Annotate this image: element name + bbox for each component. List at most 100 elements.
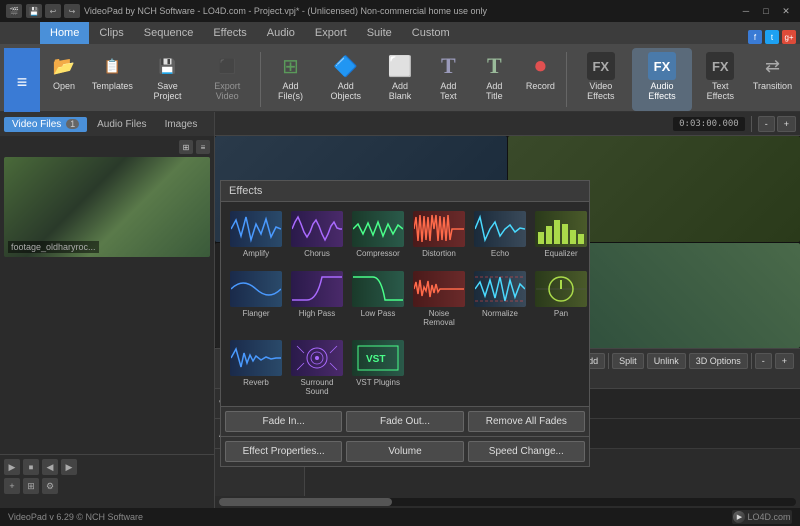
effect-compressor[interactable]: Compressor (349, 208, 407, 262)
equalizer-icon (535, 211, 587, 247)
add-objects-button[interactable]: 🔷 Add Objects (318, 48, 374, 111)
volume-button[interactable]: Volume (346, 441, 463, 462)
effect-highpass[interactable]: High Pass (288, 268, 346, 331)
prev-frame-button[interactable]: ◀ (42, 459, 58, 475)
add-files-button[interactable]: ⊞ Add File(s) (265, 48, 316, 111)
add-text-label: Add Text (432, 82, 464, 102)
effect-echo[interactable]: Echo (471, 208, 529, 262)
zoom-in-button[interactable]: + (777, 116, 796, 132)
effect-noise-removal[interactable]: Noise Removal (410, 268, 468, 331)
remove-all-fades-button[interactable]: Remove All Fades (468, 411, 585, 432)
tab-video-files[interactable]: Video Files 1 (4, 117, 87, 132)
media-thumbnail[interactable]: footage_oldharyroc... (4, 157, 210, 257)
add-text-button[interactable]: T Add Text (426, 48, 470, 111)
tab-custom[interactable]: Custom (402, 22, 460, 44)
video-effects-button[interactable]: FX Video Effects (571, 48, 630, 111)
next-frame-button[interactable]: ▶ (61, 459, 77, 475)
effects-footer-1: Fade In... Fade Out... Remove All Fades (221, 406, 589, 436)
audio-effects-label: Audio Effects (638, 82, 685, 102)
fade-out-button[interactable]: Fade Out... (346, 411, 463, 432)
zoom-timeline-in[interactable]: + (775, 353, 794, 369)
transition-label: Transition (753, 82, 792, 92)
echo-label: Echo (491, 249, 509, 259)
effect-reverb[interactable]: Reverb (227, 337, 285, 400)
tab-home[interactable]: Home (40, 22, 89, 44)
panel-tabs: Video Files 1 Audio Files Images (0, 112, 214, 136)
templates-button[interactable]: 📋 Templates (88, 48, 137, 111)
compressor-label: Compressor (356, 249, 400, 259)
add-blank-button[interactable]: ⬜ Add Blank (376, 48, 425, 111)
tab-export[interactable]: Export (305, 22, 357, 44)
vst-icon: VST (352, 340, 404, 376)
add-to-timeline-button[interactable]: + (4, 478, 20, 494)
effect-vst-plugins[interactable]: VST VST Plugins (349, 337, 407, 400)
unlink-button[interactable]: Unlink (647, 353, 686, 369)
media-thumb-label: footage_oldharyroc... (8, 241, 99, 253)
audio-effects-button[interactable]: FX Audio Effects (632, 48, 691, 111)
ribbon: ≡ 📂 Open 📋 Templates 💾 Save Project ⬛ Ex… (0, 44, 800, 112)
menu-button[interactable]: ≡ (4, 48, 40, 116)
text-effects-button[interactable]: FX Text Effects (694, 48, 747, 111)
tab-sequence[interactable]: Sequence (134, 22, 204, 44)
minimize-button[interactable]: ─ (738, 4, 754, 18)
effect-flanger[interactable]: Flanger (227, 268, 285, 331)
save-project-button[interactable]: 💾 Save Project (139, 48, 197, 111)
media-list-icon[interactable]: ≡ (196, 140, 210, 154)
timeline-scrollbar[interactable] (219, 498, 796, 506)
open-button[interactable]: 📂 Open (42, 48, 86, 111)
left-section: Video Files 1 Audio Files Images ⊞ ≡ (0, 112, 215, 508)
media-view-icon[interactable]: ⊞ (179, 140, 193, 154)
chorus-waveform (292, 212, 342, 246)
amplify-label: Amplify (243, 249, 269, 259)
effect-distortion[interactable]: Distortion (410, 208, 468, 262)
tab-clips[interactable]: Clips (89, 22, 133, 44)
highpass-label: High Pass (299, 309, 335, 319)
redo-icon[interactable]: ↪ (64, 4, 80, 18)
export-video-button[interactable]: ⬛ Export Video (198, 48, 256, 111)
play-button[interactable]: ▶ (4, 459, 20, 475)
effect-surround-sound[interactable]: Surround Sound (288, 337, 346, 400)
effect-chorus[interactable]: Chorus (288, 208, 346, 262)
effects-overlay: Effects Amplify (220, 180, 590, 467)
left-bottom-controls: ▶ ⏹ ◀ ▶ + ⊞ ⚙ (0, 454, 214, 508)
settings-small-button[interactable]: ⚙ (42, 478, 58, 494)
split-button[interactable]: Split (612, 353, 644, 369)
effect-equalizer[interactable]: Equalizer (532, 208, 590, 262)
tab-effects[interactable]: Effects (203, 22, 256, 44)
tab-images[interactable]: Images (157, 117, 206, 132)
add-title-button[interactable]: T Add Title (472, 48, 516, 111)
save-icon[interactable]: 💾 (26, 4, 42, 18)
zoom-out-button[interactable]: - (758, 116, 775, 132)
effect-lowpass[interactable]: Low Pass (349, 268, 407, 331)
distortion-icon (413, 211, 465, 247)
speed-change-button[interactable]: Speed Change... (468, 441, 585, 462)
toolbar-sep (751, 116, 752, 132)
tab-audio[interactable]: Audio (257, 22, 305, 44)
zoom-timeline-out[interactable]: - (755, 353, 772, 369)
menu-icon: ≡ (17, 72, 28, 93)
lowpass-label: Low Pass (361, 309, 396, 319)
effect-properties-button[interactable]: Effect Properties... (225, 441, 342, 462)
tab-audio-files[interactable]: Audio Files (89, 117, 154, 132)
snap-button[interactable]: ⊞ (23, 478, 39, 494)
record-label: Record (526, 82, 555, 92)
close-button[interactable]: ✕ (778, 4, 794, 18)
effects-grid-row2: Flanger High Pass (221, 268, 589, 337)
transition-button[interactable]: ⇄ Transition (749, 48, 796, 111)
vst-label: VST Plugins (356, 378, 400, 388)
effect-normalize[interactable]: Normalize (471, 268, 529, 331)
scrollbar-thumb[interactable] (219, 498, 392, 506)
effect-pan[interactable]: Pan (532, 268, 590, 331)
effect-amplify[interactable]: Amplify (227, 208, 285, 262)
app-container: 🎬 💾 ↩ ↪ VideoPad by NCH Software - LO4D.… (0, 0, 800, 526)
stop-button[interactable]: ⏹ (23, 459, 39, 475)
3d-options-button[interactable]: 3D Options (689, 353, 748, 369)
record-button[interactable]: ⏺ Record (518, 48, 562, 111)
add-files-icon: ⊞ (276, 52, 304, 80)
pan-label: Pan (554, 309, 568, 319)
undo-icon[interactable]: ↩ (45, 4, 61, 18)
maximize-button[interactable]: □ (758, 4, 774, 18)
tab-suite[interactable]: Suite (357, 22, 402, 44)
sep (608, 353, 609, 369)
fade-in-button[interactable]: Fade In... (225, 411, 342, 432)
